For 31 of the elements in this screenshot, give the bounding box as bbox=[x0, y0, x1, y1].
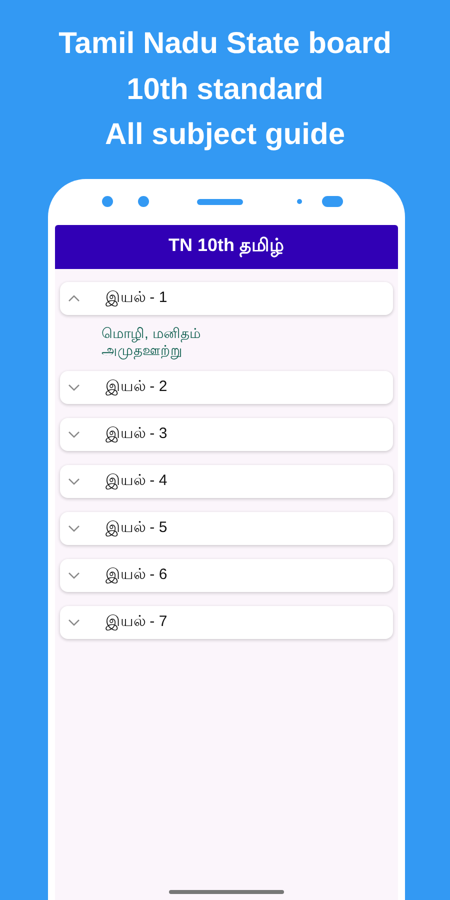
section-header[interactable]: இயல் - 4 bbox=[60, 464, 392, 498]
chevron-down-icon bbox=[66, 570, 82, 580]
section-label: இயல் - 5 bbox=[106, 518, 168, 538]
camera-pill bbox=[322, 196, 342, 207]
section-header[interactable]: இயல் - 1 bbox=[60, 282, 392, 314]
section-header[interactable]: இயல் - 2 bbox=[60, 370, 392, 404]
speaker-slot bbox=[196, 198, 242, 204]
headline-text: All subject guide bbox=[104, 117, 345, 153]
app-title: TN 10th தமிழ் bbox=[168, 235, 284, 258]
lesson-link[interactable]: அமுதஊற்று bbox=[102, 342, 182, 358]
section-label: இயல் - 2 bbox=[106, 378, 168, 396]
headline-text: Tamil Nadu State board bbox=[58, 26, 392, 62]
camera-dot bbox=[102, 196, 112, 207]
sensor-dot bbox=[138, 196, 148, 207]
section-header[interactable]: இயல் - 5 bbox=[60, 512, 392, 544]
section-header[interactable]: இயல் - 3 bbox=[60, 418, 392, 450]
chevron-down-icon bbox=[66, 428, 82, 440]
section-header[interactable]: இயல் - 7 bbox=[60, 606, 392, 638]
section-label: இயல் - 4 bbox=[106, 472, 168, 490]
section-label: இயல் - 3 bbox=[106, 424, 168, 444]
chevron-down-icon bbox=[66, 382, 82, 392]
chevron-down-icon bbox=[66, 522, 82, 534]
sensor-dot bbox=[296, 199, 302, 204]
headline-text: 10th standard bbox=[126, 72, 324, 108]
section-header[interactable]: இயல் - 6 bbox=[60, 558, 392, 592]
lesson-link[interactable]: மொழி, மனிதம் bbox=[102, 324, 200, 342]
chevron-down-icon bbox=[66, 476, 82, 486]
section-label: இயல் - 1 bbox=[106, 288, 168, 308]
section-label: இயல் - 6 bbox=[106, 566, 168, 584]
chevron-down-icon bbox=[66, 616, 82, 628]
section-label: இயல் - 7 bbox=[106, 612, 168, 632]
